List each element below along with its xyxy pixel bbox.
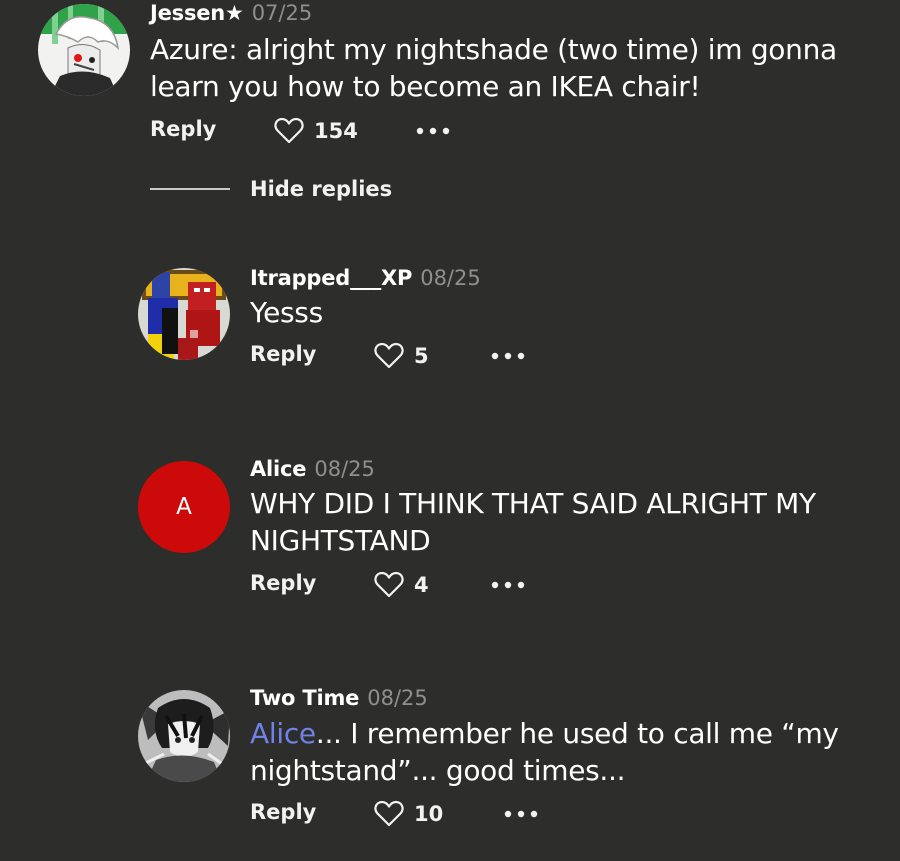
comment-text: Alice... I remember he used to call me “… [250, 715, 870, 789]
hide-replies-divider [150, 188, 230, 190]
comment-actions: Reply 5 [250, 342, 540, 372]
like-button[interactable]: 4 [374, 571, 429, 598]
comment-header: Jessen★ 07/25 [150, 1, 312, 25]
comment-text: Yesss [250, 296, 323, 329]
heart-outline-icon [274, 117, 304, 144]
comment-date: 08/25 [420, 266, 481, 290]
comment-actions: Reply 154 [150, 117, 490, 147]
more-dots-icon [491, 581, 525, 589]
hide-replies-button[interactable]: Hide replies [150, 174, 392, 204]
comment-text: Azure: alright my nightshade (two time) … [150, 33, 837, 103]
like-count: 154 [314, 118, 358, 143]
reply-button[interactable]: Reply [250, 800, 316, 824]
username[interactable]: Two Time [250, 686, 359, 710]
like-count: 10 [414, 801, 444, 826]
hide-replies-label: Hide replies [250, 177, 393, 201]
like-button[interactable]: 5 [374, 342, 429, 369]
more-dots-icon [504, 810, 538, 818]
avatar-two-time-image [138, 690, 230, 782]
like-count: 4 [414, 572, 429, 597]
heart-outline-icon [374, 800, 404, 827]
avatar-two-time[interactable] [138, 690, 230, 782]
more-options-button[interactable] [491, 342, 525, 370]
reply-button[interactable]: Reply [250, 571, 316, 595]
reply-button[interactable]: Reply [150, 117, 216, 141]
more-dots-icon [491, 352, 525, 360]
comment-header: Itrapped___XP 08/25 [250, 266, 481, 290]
heart-outline-icon [374, 342, 404, 369]
more-dots-icon [416, 127, 450, 135]
comment-actions: Reply 4 [250, 571, 540, 601]
comment-date: 08/25 [367, 686, 428, 710]
username[interactable]: Jessen★ [150, 1, 244, 25]
comment-actions: Reply 10 [250, 800, 540, 830]
username[interactable]: Alice [250, 457, 307, 481]
more-options-button[interactable] [491, 571, 525, 599]
mention-link[interactable]: Alice [250, 717, 316, 750]
comment-text: WHY DID I THINK THAT SAID ALRIGHT MY NIG… [250, 487, 816, 557]
reply-button[interactable]: Reply [250, 342, 316, 366]
like-button[interactable]: 10 [374, 800, 443, 827]
avatar-alice[interactable]: A [138, 461, 230, 553]
comment-date: 07/25 [251, 1, 313, 25]
username[interactable]: Itrapped___XP [250, 266, 412, 290]
comment-header: Two Time 08/25 [250, 686, 428, 710]
comment-text-body: ... I remember he used to call me “my ni… [250, 717, 839, 787]
avatar-itrapped-image [138, 268, 230, 360]
like-button[interactable]: 154 [274, 117, 358, 144]
comment-header: Alice 08/25 [250, 457, 375, 481]
heart-outline-icon [374, 571, 404, 598]
like-count: 5 [414, 343, 429, 368]
avatar-jessen[interactable] [38, 4, 130, 96]
avatar-letter: A [176, 494, 192, 520]
avatar-itrapped[interactable] [138, 268, 230, 360]
more-options-button[interactable] [504, 800, 538, 828]
avatar-jessen-image [38, 4, 130, 96]
comment-date: 08/25 [314, 457, 375, 481]
more-options-button[interactable] [416, 117, 450, 145]
